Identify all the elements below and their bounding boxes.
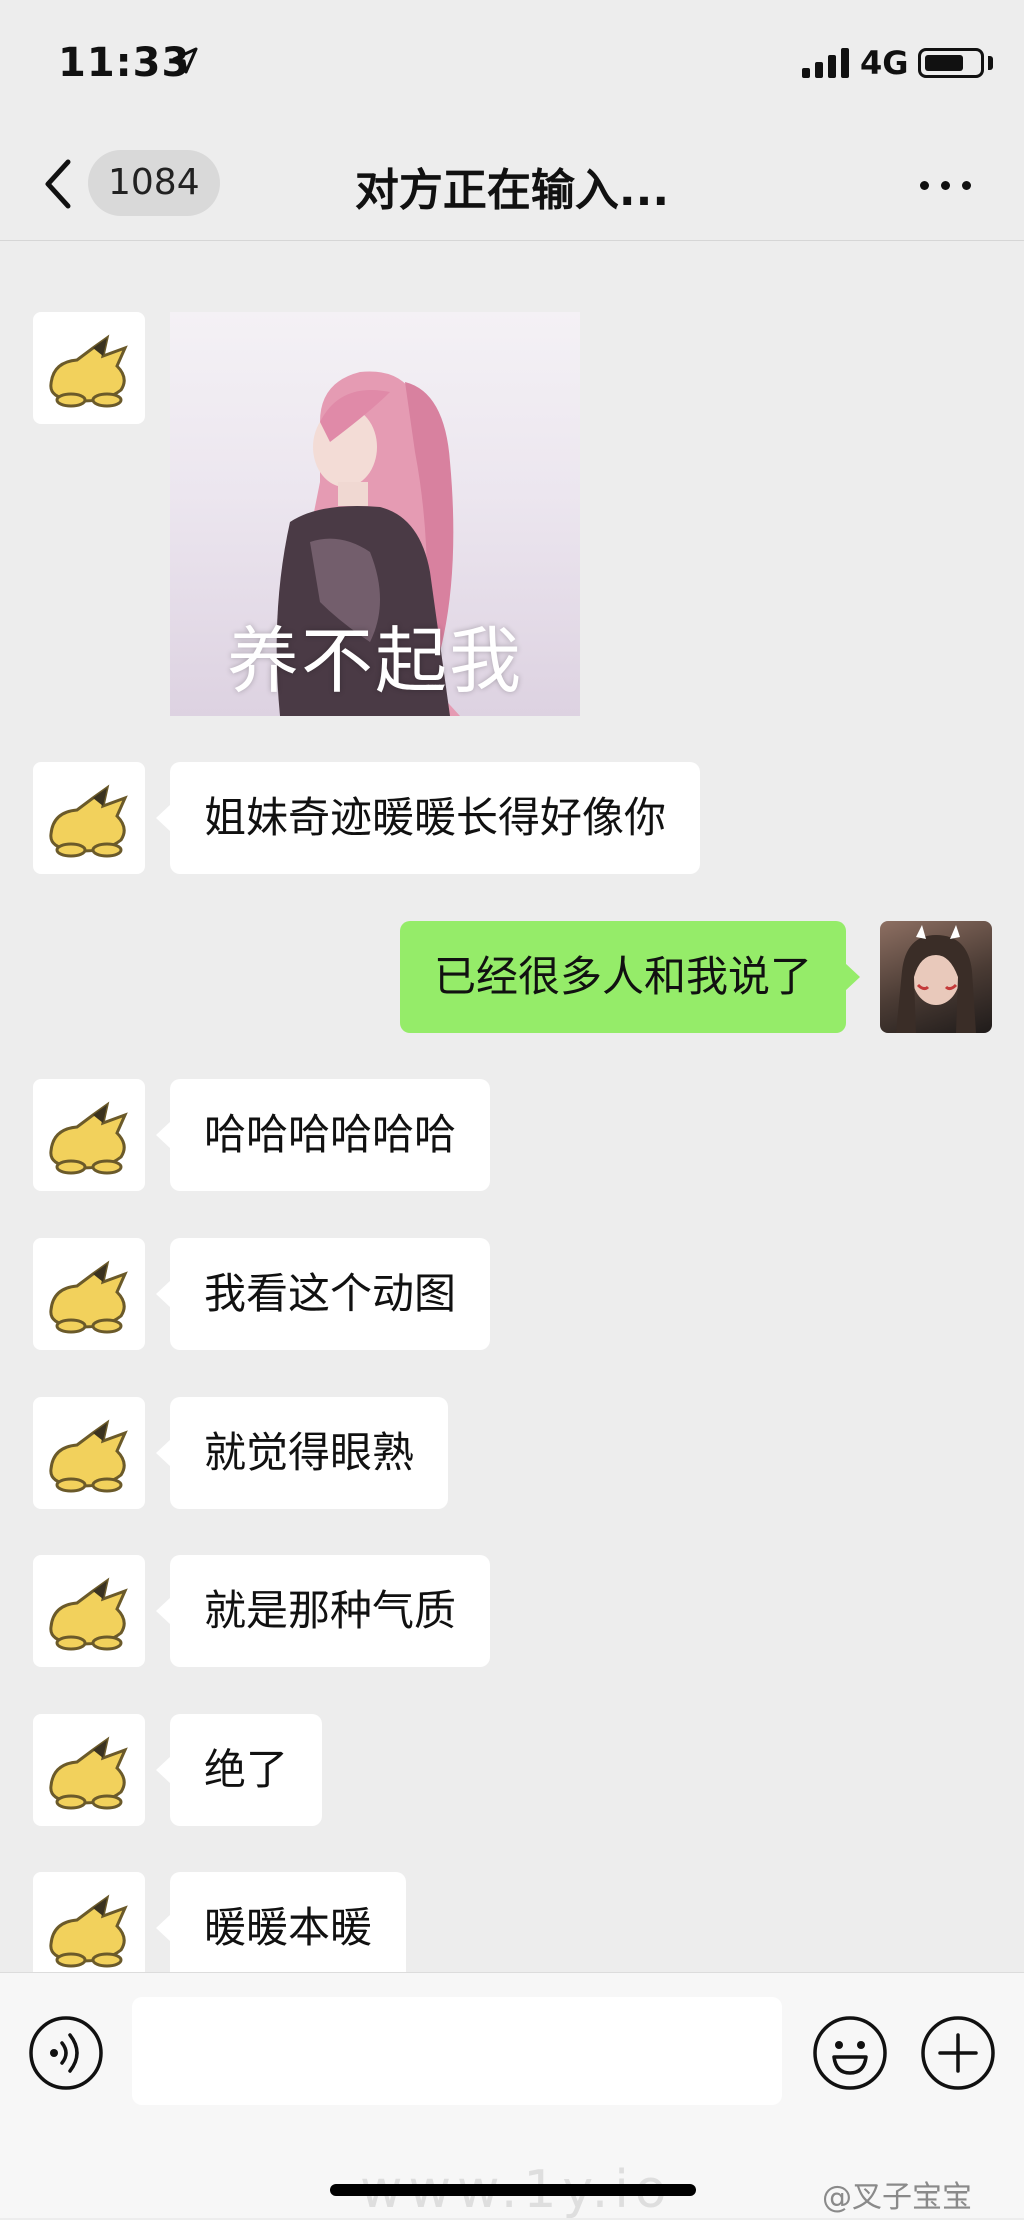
sticker-caption: 养不起我 xyxy=(226,619,523,703)
contact-avatar[interactable] xyxy=(33,1238,145,1350)
user-avatar[interactable] xyxy=(880,921,992,1033)
user-photo xyxy=(896,925,976,1033)
pikachu-avatar-icon xyxy=(49,1101,128,1175)
contact-avatar[interactable] xyxy=(33,1079,145,1191)
status-bar: 11:33 4G xyxy=(0,0,1024,130)
message-input[interactable] xyxy=(132,1997,782,2105)
more-options-button[interactable] xyxy=(916,154,976,214)
message-bubble-received[interactable]: 绝了 xyxy=(155,1714,323,1826)
weibo-watermark: @叉子宝宝 xyxy=(822,2180,972,2215)
message-bubble-received[interactable]: 就是那种气质 xyxy=(155,1555,491,1667)
message-bubble-received[interactable]: 姐妹奇迹暖暖长得好像你 xyxy=(155,762,701,874)
chat-header: 1084 对方正在输入... xyxy=(0,130,1024,241)
contact-avatar[interactable] xyxy=(33,1555,145,1667)
contact-avatar[interactable] xyxy=(33,1397,145,1509)
pikachu-avatar-icon xyxy=(49,1260,128,1334)
pikachu-avatar-icon xyxy=(49,784,128,858)
message-bubble-received[interactable]: 我看这个动图 xyxy=(155,1238,491,1350)
battery-icon xyxy=(918,48,984,78)
pikachu-avatar-icon xyxy=(49,1894,128,1968)
pikachu-avatar-icon xyxy=(49,1577,128,1651)
voice-input-icon[interactable] xyxy=(28,2015,104,2091)
message-bubble-received[interactable]: 哈哈哈哈哈哈 xyxy=(155,1079,491,1191)
contact-avatar[interactable] xyxy=(33,312,145,424)
location-arrow-icon xyxy=(172,47,198,74)
home-indicator xyxy=(330,2184,696,2196)
battery-cap xyxy=(988,56,993,70)
emoji-icon[interactable] xyxy=(812,2015,888,2091)
network-type: 4G xyxy=(860,44,909,82)
pikachu-avatar-icon xyxy=(49,334,128,408)
plus-icon[interactable] xyxy=(920,2015,996,2091)
message-bubble-received[interactable]: 就觉得眼熟 xyxy=(155,1397,449,1509)
signal-strength-icon xyxy=(802,48,849,78)
message-bubble-received[interactable]: 暖暖本暖 xyxy=(155,1872,407,1984)
pikachu-avatar-icon xyxy=(49,1419,128,1493)
contact-avatar[interactable] xyxy=(33,762,145,874)
pikachu-avatar-icon xyxy=(49,1736,128,1810)
unread-count-badge[interactable]: 1084 xyxy=(88,150,220,216)
contact-avatar[interactable] xyxy=(33,1872,145,1984)
contact-avatar[interactable] xyxy=(33,1714,145,1826)
message-bubble-sent[interactable]: 已经很多人和我说了 xyxy=(399,921,861,1033)
sticker-image[interactable]: 养不起我 xyxy=(170,312,580,716)
